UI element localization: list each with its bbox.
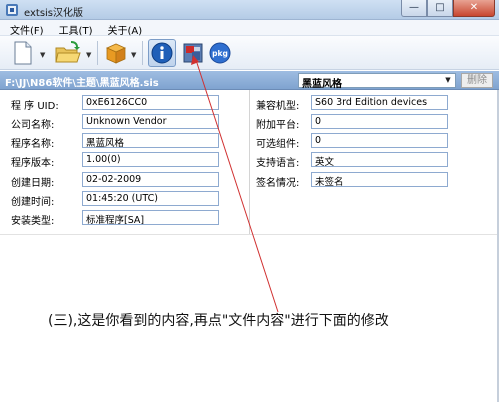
field-install-type: 安装类型: 标准程序[SA] bbox=[11, 210, 221, 227]
field-value[interactable]: 标准程序[SA] bbox=[82, 210, 219, 225]
package-box-icon[interactable] bbox=[104, 39, 128, 67]
open-folder-icon[interactable] bbox=[53, 39, 83, 67]
minimize-button[interactable]: — bbox=[401, 0, 427, 17]
pkg-icon[interactable]: pkg bbox=[208, 39, 232, 67]
field-label: 兼容机型: bbox=[256, 101, 300, 112]
menu-bar: 文件(F) 工具(T) 关于(A) bbox=[0, 20, 499, 37]
field-value[interactable]: 0 bbox=[311, 114, 448, 129]
field-program-name: 程序名称: 黑蓝风格 bbox=[11, 133, 221, 150]
field-compatible-devices: 兼容机型: S60 3rd Edition devices bbox=[256, 95, 451, 112]
field-label: 安装类型: bbox=[11, 216, 55, 227]
field-version: 程序版本: 1.00(0) bbox=[11, 152, 221, 169]
window-title: extsis汉化版 bbox=[24, 8, 84, 19]
maximize-button[interactable]: □ bbox=[427, 0, 453, 17]
field-value[interactable]: 02-02-2009 bbox=[82, 172, 219, 187]
file-content-icon[interactable] bbox=[180, 39, 206, 67]
field-label: 程序版本: bbox=[11, 158, 55, 169]
toolbar: ▼ ▼ ▼ pkg bbox=[0, 36, 499, 70]
info-panel: 程 序 UID: 0xE6126CC0 公司名称: Unknown Vendor… bbox=[0, 90, 499, 402]
field-value[interactable]: 01:45:20 (UTC) bbox=[82, 191, 219, 206]
field-value[interactable]: 黑蓝风格 bbox=[82, 133, 219, 148]
info-icon bbox=[151, 42, 173, 64]
title-bar: extsis汉化版 — □ ✕ bbox=[0, 0, 499, 20]
app-icon bbox=[6, 4, 18, 16]
field-optional-components: 可选组件: 0 bbox=[256, 133, 451, 150]
menu-tools[interactable]: 工具(T) bbox=[49, 20, 98, 37]
pkg-label: pkg bbox=[212, 49, 228, 58]
field-label: 程序名称: bbox=[11, 139, 55, 150]
toolbar-separator bbox=[97, 41, 98, 65]
field-value[interactable]: 英文 bbox=[311, 152, 448, 167]
field-value[interactable]: 1.00(0) bbox=[82, 152, 219, 167]
field-value[interactable]: 未签名 bbox=[311, 172, 448, 187]
panel-separator bbox=[0, 234, 499, 235]
field-languages: 支持语言: 英文 bbox=[256, 152, 451, 169]
field-label: 可选组件: bbox=[256, 139, 300, 150]
menu-about[interactable]: 关于(A) bbox=[97, 20, 147, 37]
field-extra-platform: 附加平台: 0 bbox=[256, 114, 451, 131]
chevron-down-icon[interactable]: ▼ bbox=[442, 75, 454, 86]
file-path: F:\JJ\N86软件\主题\黑蓝风格.sis bbox=[5, 78, 159, 89]
annotation-text: (三),这是你看到的内容,再点"文件内容"进行下面的修改 bbox=[48, 313, 389, 329]
field-create-time: 创建时间: 01:45:20 (UTC) bbox=[11, 191, 221, 208]
window-controls: — □ ✕ bbox=[401, 0, 495, 18]
open-dropdown-icon[interactable]: ▼ bbox=[86, 51, 91, 59]
theme-select[interactable]: 黑蓝风格 ▼ bbox=[298, 73, 456, 90]
field-value[interactable]: Unknown Vendor bbox=[82, 114, 219, 129]
field-company: 公司名称: Unknown Vendor bbox=[11, 114, 221, 131]
field-label: 附加平台: bbox=[256, 120, 300, 131]
field-label: 签名情况: bbox=[256, 178, 300, 189]
field-value[interactable]: 0xE6126CC0 bbox=[82, 95, 219, 110]
toolbar-separator bbox=[142, 41, 143, 65]
field-create-date: 创建日期: 02-02-2009 bbox=[11, 172, 221, 189]
info-button[interactable] bbox=[148, 39, 176, 67]
column-divider bbox=[249, 90, 250, 234]
package-dropdown-icon[interactable]: ▼ bbox=[131, 51, 136, 59]
field-uid: 程 序 UID: 0xE6126CC0 bbox=[11, 95, 221, 112]
close-button[interactable]: ✕ bbox=[453, 0, 495, 17]
delete-button[interactable]: 删除 bbox=[461, 73, 493, 88]
field-label: 程 序 UID: bbox=[11, 101, 59, 112]
field-label: 创建时间: bbox=[11, 197, 55, 208]
field-label: 公司名称: bbox=[11, 120, 55, 131]
field-value[interactable]: 0 bbox=[311, 133, 448, 148]
field-label: 支持语言: bbox=[256, 158, 300, 169]
field-value[interactable]: S60 3rd Edition devices bbox=[311, 95, 448, 110]
new-file-icon[interactable] bbox=[10, 39, 36, 67]
field-signature: 签名情况: 未签名 bbox=[256, 172, 451, 189]
field-label: 创建日期: bbox=[11, 178, 55, 189]
path-bar: F:\JJ\N86软件\主题\黑蓝风格.sis 黑蓝风格 ▼ 删除 bbox=[0, 71, 499, 90]
theme-select-value: 黑蓝风格 bbox=[302, 79, 342, 90]
new-dropdown-icon[interactable]: ▼ bbox=[40, 51, 45, 59]
menu-file[interactable]: 文件(F) bbox=[0, 20, 49, 37]
